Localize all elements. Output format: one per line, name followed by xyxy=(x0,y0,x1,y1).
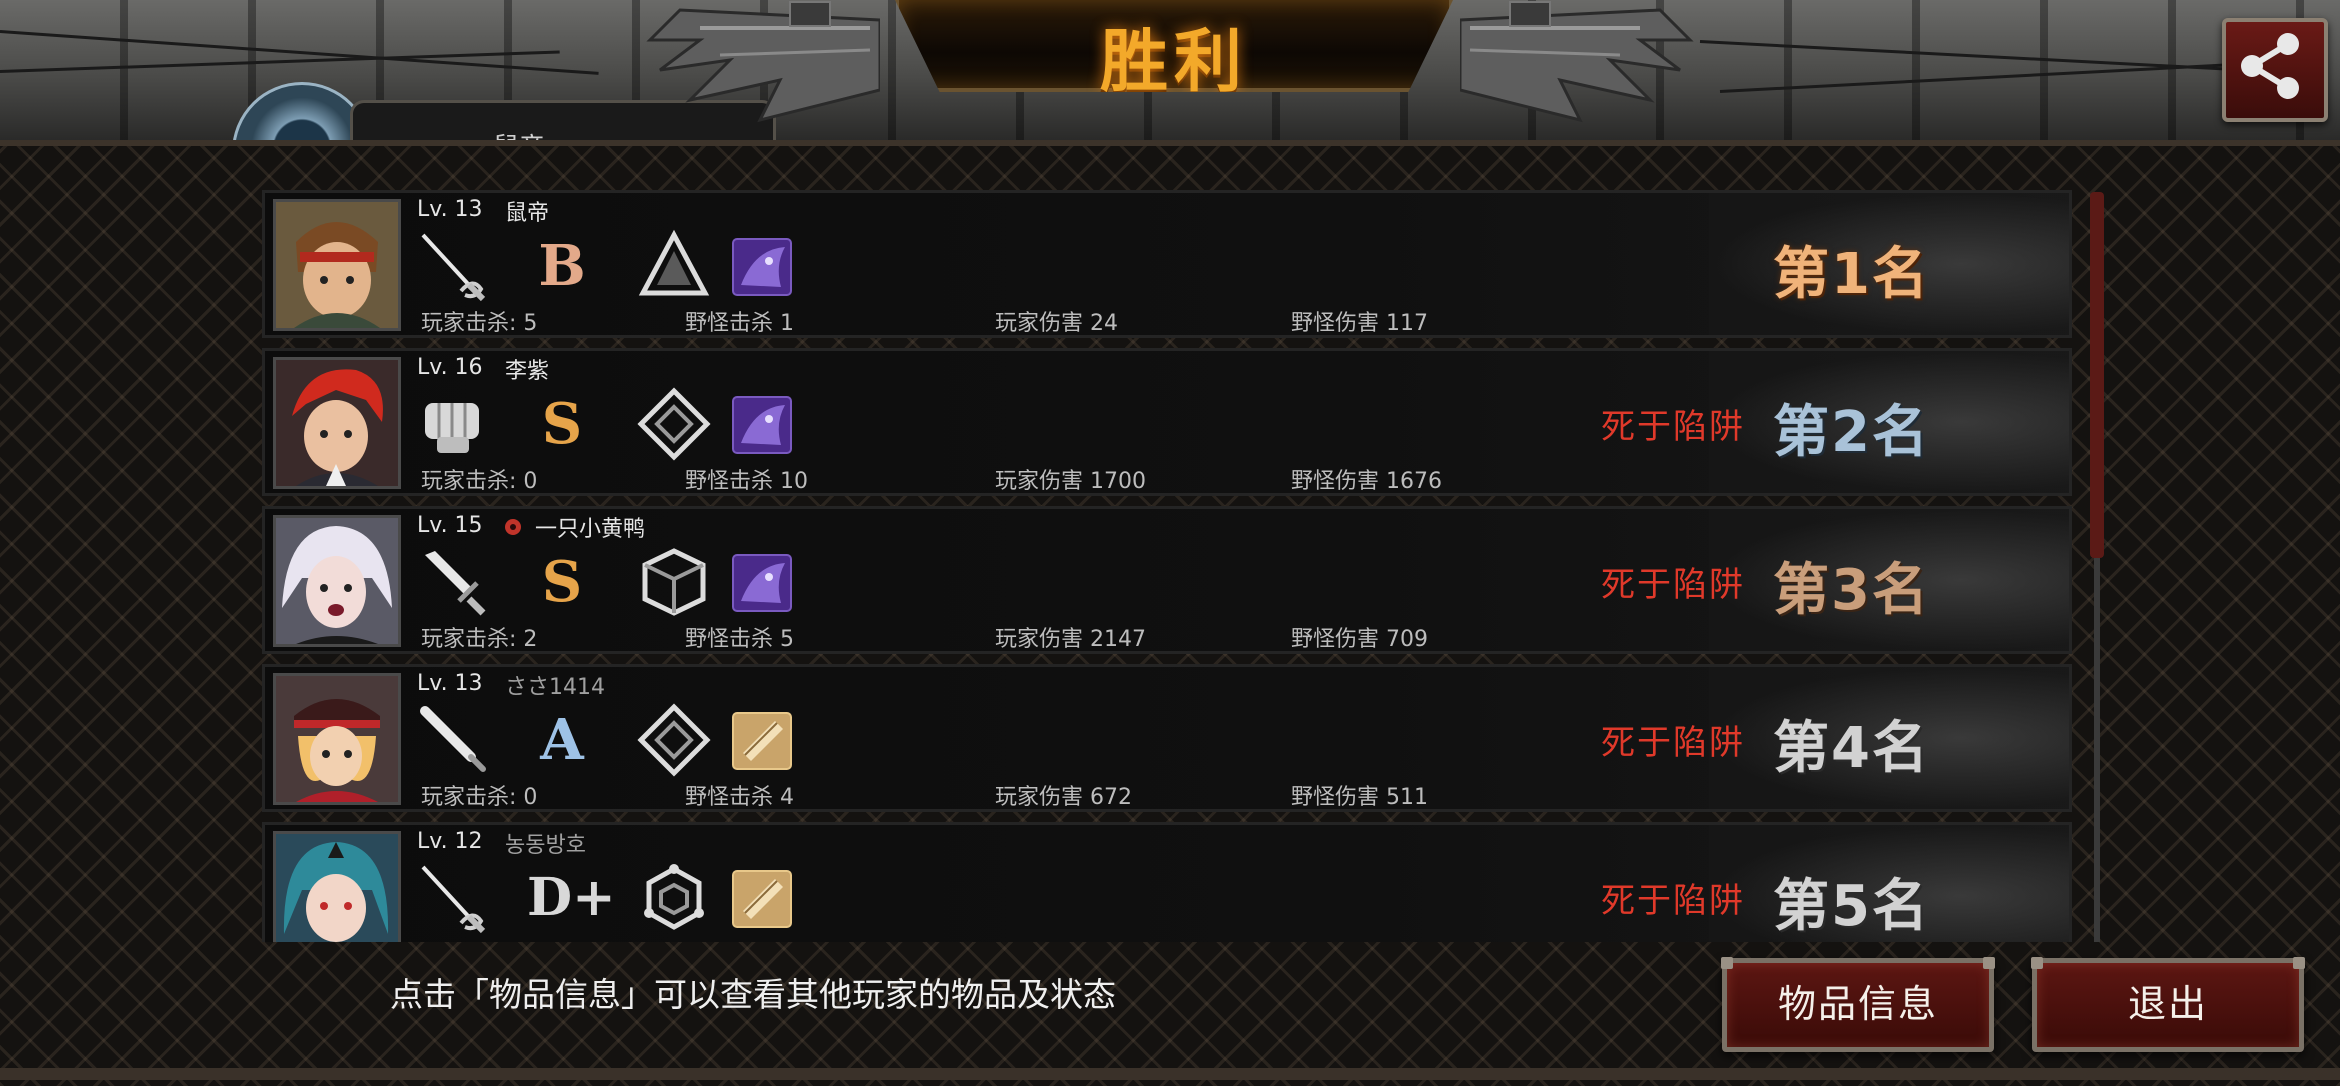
monster-damage-stat: 野怪伤害 1676 xyxy=(1291,469,1442,494)
player-kills-stat: 玩家击杀: 0 xyxy=(421,469,538,494)
player-avatar[interactable] xyxy=(273,831,401,942)
character-portrait-icon xyxy=(276,834,398,942)
bottom-rail xyxy=(0,1068,2340,1080)
player-kills-stat: 玩家击杀: 5 xyxy=(421,311,538,336)
rank-label: 第2名 xyxy=(1773,400,1930,465)
rank-label: 第5名 xyxy=(1773,874,1930,939)
share-button[interactable] xyxy=(2222,18,2328,122)
purple-beast-item-icon[interactable] xyxy=(725,229,799,303)
victory-title: 胜利 xyxy=(1099,22,1248,102)
character-portrait-icon xyxy=(276,518,398,644)
gold-scroll-item-icon[interactable] xyxy=(725,703,799,777)
rapier-icon xyxy=(421,865,486,934)
rank-label: 第4名 xyxy=(1773,716,1930,781)
player-name: ささ1414 xyxy=(505,675,605,700)
player-damage-stat: 玩家伤害 672 xyxy=(995,785,1132,810)
player-damage-stat: 玩家伤害 2147 xyxy=(995,627,1146,652)
gold-scroll-item-icon[interactable] xyxy=(725,861,799,935)
hexagon-skill-icon xyxy=(644,864,704,930)
player-avatar[interactable] xyxy=(273,199,401,331)
guild-icon xyxy=(505,519,521,535)
monster-kills-stat: 野怪击杀 5 xyxy=(685,627,794,652)
dagger-icon xyxy=(425,551,486,616)
rank-label: 第3名 xyxy=(1773,558,1930,623)
player-level: Lv. 13 xyxy=(417,671,483,696)
player-level: Lv. 15 xyxy=(417,513,483,538)
player-kills-stat: 玩家击杀: 2 xyxy=(421,627,538,652)
monster-kills-stat: 野怪击杀 1 xyxy=(685,311,794,336)
power-wire xyxy=(1719,62,2240,93)
exit-button[interactable]: 退出 xyxy=(2031,957,2305,1052)
title-plate: 胜利 xyxy=(895,0,1453,92)
grade-badge: A xyxy=(540,707,584,773)
grade-badge: S xyxy=(541,391,583,457)
scrollbar-thumb[interactable] xyxy=(2090,192,2104,558)
character-portrait-icon xyxy=(276,360,398,486)
death-cause: 死于陷阱 xyxy=(1601,407,1745,447)
rapier-icon xyxy=(421,233,486,302)
grade-badge: S xyxy=(541,549,583,615)
player-row-2[interactable]: Lv. 16 李紫 S 玩家击杀: 0 野怪击杀 10 玩家伤害 1700 野怪… xyxy=(262,348,2072,496)
player-row-3[interactable]: Lv. 15 一只小黄鸭 S 玩家击杀: 2 野怪击杀 5 玩家伤害 2147 … xyxy=(262,506,2072,654)
grade-badge: D+ xyxy=(527,867,616,928)
purple-beast-item-icon[interactable] xyxy=(725,387,799,461)
player-damage-stat: 玩家伤害 24 xyxy=(995,311,1118,336)
player-level: Lv. 16 xyxy=(417,355,483,380)
player-kills-stat: 玩家击杀: 0 xyxy=(421,785,538,810)
death-cause: 死于陷阱 xyxy=(1601,565,1745,605)
player-name: 一只小黄鸭 xyxy=(535,517,646,542)
results-list[interactable]: Lv. 13 鼠帝 B 玩家击杀: 5 野怪击杀 1 玩家伤害 24 野怪伤害 … xyxy=(258,190,2073,942)
player-level: Lv. 13 xyxy=(417,197,483,222)
victory-emblem: 胜利 xyxy=(640,0,1700,130)
diamond-skill-icon xyxy=(637,703,711,777)
player-name: 농동방호 xyxy=(505,833,586,858)
monster-damage-stat: 野怪伤害 709 xyxy=(1291,627,1428,652)
player-avatar[interactable] xyxy=(273,515,401,647)
player-row-1[interactable]: Lv. 13 鼠帝 B 玩家击杀: 5 野怪击杀 1 玩家伤害 24 野怪伤害 … xyxy=(262,190,2072,338)
fist-icon xyxy=(425,403,479,453)
grade-badge: B xyxy=(538,233,586,299)
right-wing-guns-icon xyxy=(1460,1,1694,123)
monster-kills-stat: 野怪击杀 10 xyxy=(685,469,808,494)
purple-beast-item-icon[interactable] xyxy=(725,545,799,619)
player-name: 鼠帝 xyxy=(505,201,550,226)
death-cause: 死于陷阱 xyxy=(1601,723,1745,763)
power-wire xyxy=(0,50,560,73)
player-avatar[interactable] xyxy=(273,357,401,489)
player-damage-stat: 玩家伤害 1700 xyxy=(995,469,1146,494)
cube-skill-icon xyxy=(642,548,706,616)
character-portrait-icon xyxy=(276,676,398,802)
rank-label: 第1名 xyxy=(1773,242,1930,307)
character-portrait-icon xyxy=(276,202,398,328)
diamond-skill-icon xyxy=(637,387,711,461)
player-row-5[interactable]: Lv. 12 농동방호 D+ 死于陷阱 第5名 xyxy=(262,822,2072,942)
monster-damage-stat: 野怪伤害 117 xyxy=(1291,311,1428,336)
player-avatar[interactable] xyxy=(273,673,401,805)
monster-damage-stat: 野怪伤害 511 xyxy=(1291,785,1428,810)
left-wing-guns-icon xyxy=(646,1,880,123)
player-row-4[interactable]: Lv. 13 ささ1414 A 玩家击杀: 0 野怪击杀 4 玩家伤害 672 … xyxy=(262,664,2072,812)
death-cause: 死于陷阱 xyxy=(1601,881,1745,921)
bat-icon xyxy=(420,706,486,772)
monster-kills-stat: 野怪击杀 4 xyxy=(685,785,794,810)
share-icon xyxy=(2241,33,2299,99)
player-level: Lv. 12 xyxy=(417,829,483,854)
player-name: 李紫 xyxy=(505,359,550,384)
hint-text: 点击「物品信息」可以查看其他玩家的物品及状态 xyxy=(390,975,1116,1014)
triangle-skill-icon xyxy=(638,229,710,296)
item-info-button[interactable]: 物品信息 xyxy=(1721,957,1995,1052)
